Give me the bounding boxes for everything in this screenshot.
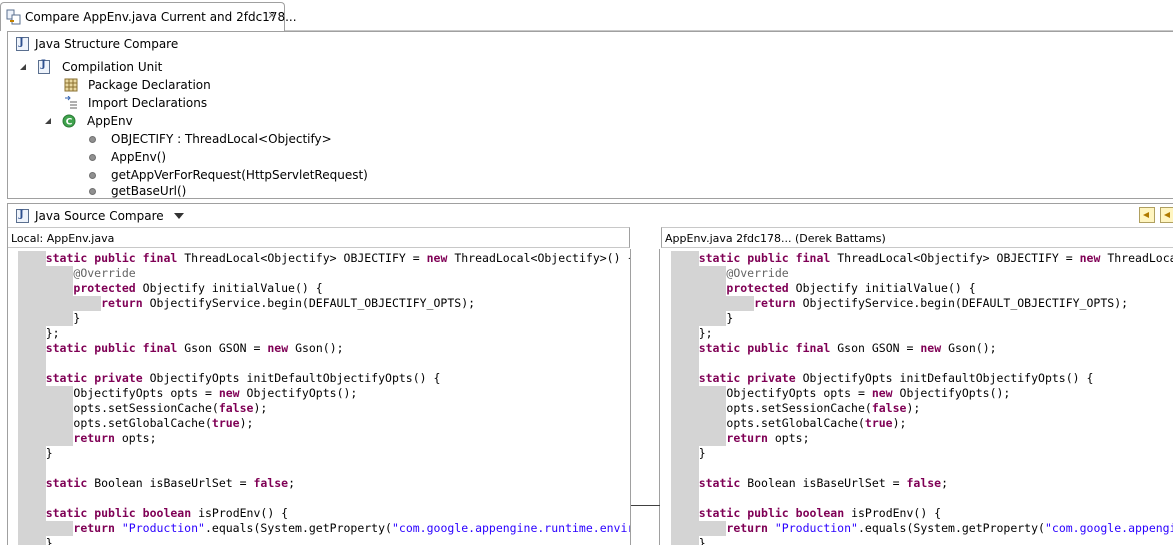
source-compare-header: Java Source Compare: [8, 204, 1173, 228]
indent-shading: [18, 356, 46, 371]
right-code-editor[interactable]: static public final ThreadLocal<Objectif…: [661, 249, 1173, 545]
method-icon: [89, 171, 96, 179]
tree-label: getAppVerForRequest(HttpServletRequest): [111, 168, 368, 182]
right-code-line: static public final ThreadLocal<Objectif…: [698, 251, 1173, 265]
java-file-icon: J: [38, 59, 50, 74]
tree-row-compilation-unit[interactable]: J Compilation Unit: [18, 58, 162, 76]
right-code-line: }: [671, 311, 734, 325]
left-code-line: opts.setSessionCache(false);: [73, 401, 268, 415]
tree-row-appenv-constructor[interactable]: AppEnv(): [89, 148, 166, 166]
left-code-line: static public final Gson GSON = new Gson…: [45, 341, 344, 355]
structure-compare-header: Java Structure Compare: [8, 32, 1173, 56]
tree-row-package-declaration[interactable]: Package Declaration: [64, 76, 211, 94]
tree-label: AppEnv: [87, 114, 133, 128]
diff-connector-line: [631, 505, 660, 506]
left-code-line: static public boolean isProdEnv() {: [45, 506, 289, 520]
right-code-line: opts.setSessionCache(false);: [726, 401, 921, 415]
indent-shading: [671, 461, 699, 476]
diff-connector-gutter: [630, 249, 660, 545]
tree-label: Package Declaration: [88, 78, 211, 92]
left-code-editor[interactable]: static public final ThreadLocal<Objectif…: [8, 249, 630, 545]
viewer-dropdown-icon[interactable]: [173, 213, 184, 219]
left-code-line: protected Objectify initialValue() {: [73, 281, 323, 295]
expand-twisty-icon[interactable]: [18, 62, 28, 72]
right-code-line: static public boolean isProdEnv() {: [698, 506, 942, 520]
class-icon: C: [62, 114, 76, 128]
right-code-line: return ObjectifyService.begin(DEFAULT_OB…: [754, 296, 1129, 310]
java-structure-icon: [16, 37, 29, 51]
editor-tab-bar: Compare AppEnv.java Current and 2fdc178.…: [0, 0, 1173, 31]
copy-all-from-right-button[interactable]: [1139, 207, 1155, 223]
left-code-line: };: [18, 326, 60, 340]
tree-row-import-declarations[interactable]: Import Declarations: [64, 94, 207, 112]
left-code-line: static Boolean isBaseUrlSet = false;: [45, 476, 296, 490]
tree-row-appenv-class[interactable]: C AppEnv: [43, 112, 133, 130]
right-code-line: }: [671, 536, 706, 545]
left-code-line: }: [18, 311, 81, 325]
copy-current-change-button[interactable]: [1160, 207, 1173, 223]
tree-row-getappverforrequest[interactable]: getAppVerForRequest(HttpServletRequest): [89, 166, 368, 184]
field-icon: [89, 135, 96, 143]
left-code-line: }: [18, 446, 53, 460]
right-code-line: static private ObjectifyOpts initDefault…: [698, 371, 1094, 385]
left-code-line: static public final ThreadLocal<Objectif…: [45, 251, 630, 265]
tree-label: Import Declarations: [88, 96, 208, 110]
method-icon: [89, 187, 96, 195]
right-code-line: opts.setGlobalCache(true);: [726, 416, 907, 430]
indent-shading: [18, 491, 46, 506]
right-code-line: static Boolean isBaseUrlSet = false;: [698, 476, 949, 490]
java-compare-icon: [6, 9, 22, 25]
right-code-line: static public final Gson GSON = new Gson…: [698, 341, 997, 355]
right-code-line: }: [671, 446, 706, 460]
indent-shading: [671, 356, 699, 371]
left-code-line: }: [18, 536, 53, 545]
close-tab-icon[interactable]: ✕: [266, 10, 278, 22]
left-code-line: static private ObjectifyOpts initDefault…: [45, 371, 441, 385]
right-code-line: protected Objectify initialValue() {: [726, 281, 976, 295]
tree-row-getbaseurl[interactable]: getBaseUrl(): [89, 184, 186, 198]
tab-title: Compare AppEnv.java Current and 2fdc178.…: [25, 10, 297, 24]
right-code-line: ObjectifyOpts opts = new ObjectifyOpts()…: [726, 386, 1011, 400]
left-pane-header: Local: AppEnv.java: [8, 227, 630, 248]
left-code-line: return opts;: [73, 431, 157, 445]
structure-compare-title: Java Structure Compare: [35, 37, 179, 51]
source-compare-title: Java Source Compare: [35, 209, 164, 223]
imports-icon: [65, 96, 77, 109]
right-code-line: };: [671, 326, 713, 340]
indent-shading: [18, 461, 46, 476]
tree-row-objectify-field[interactable]: OBJECTIFY : ThreadLocal<Objectify>: [89, 130, 332, 148]
left-code-line: opts.setGlobalCache(true);: [73, 416, 254, 430]
tree-label: OBJECTIFY : ThreadLocal<Objectify>: [111, 132, 332, 146]
left-code-line: ObjectifyOpts opts = new ObjectifyOpts()…: [73, 386, 358, 400]
java-source-icon: [16, 209, 29, 223]
tree-label: Compilation Unit: [62, 60, 163, 74]
indent-shading: [671, 491, 699, 506]
right-code-line: @Override: [726, 266, 789, 280]
left-code-line: return ObjectifyService.begin(DEFAULT_OB…: [101, 296, 476, 310]
compare-editor-tab[interactable]: Compare AppEnv.java Current and 2fdc178.…: [0, 2, 297, 31]
tree-label: AppEnv(): [111, 150, 167, 164]
expand-twisty-icon[interactable]: [43, 116, 53, 126]
right-code-line: return opts;: [726, 431, 810, 445]
svg-text:C: C: [66, 118, 73, 128]
method-icon: [89, 153, 96, 161]
left-code-line: @Override: [73, 266, 136, 280]
right-code-line: return "Production".equals(System.getPro…: [726, 521, 1173, 535]
right-pane-header: AppEnv.java 2fdc178... (Derek Battams): [661, 227, 1173, 248]
left-code-line: return "Production".equals(System.getPro…: [73, 521, 630, 535]
package-icon: [64, 78, 78, 92]
tree-label: getBaseUrl(): [111, 184, 187, 198]
